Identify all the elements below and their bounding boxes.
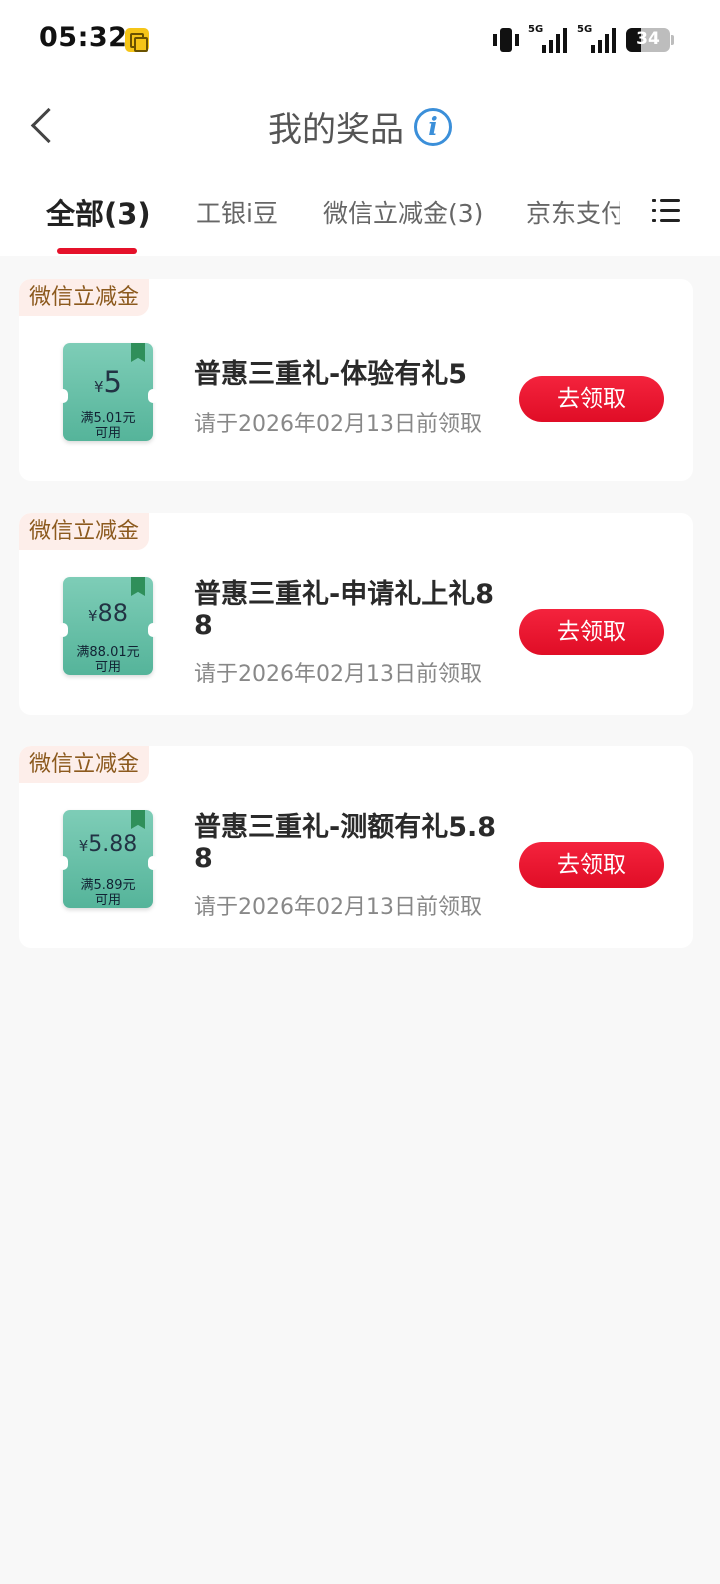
tab-all[interactable]: 全部(3)	[46, 191, 151, 233]
app-notification-icon	[125, 28, 149, 52]
coupon-condition: 满5.01元 可用	[63, 411, 153, 441]
signal-icon-2: 5G	[577, 24, 617, 53]
prize-card: 微信立减金 ¥88 满88.01元 可用 普惠三重礼-申请礼上礼88 请于202…	[19, 513, 693, 715]
prize-deadline: 请于2026年02月13日前领取	[194, 662, 482, 687]
tab-wechat-discount[interactable]: 微信立减金(3)	[323, 194, 483, 230]
coupon-condition-line-1: 满5.01元	[80, 411, 136, 426]
prize-deadline: 请于2026年02月13日前领取	[194, 412, 482, 437]
status-bar: 05:32 5G 5G 34	[0, 0, 720, 80]
coupon-amount-value: 5.88	[88, 832, 138, 857]
signal-icon-1: 5G	[528, 24, 568, 53]
prize-title: 普惠三重礼-申请礼上礼88	[194, 579, 494, 641]
claim-button[interactable]: 去领取	[519, 376, 664, 422]
prizes-page: 05:32 5G 5G 34 我的奖品 i 全部(3) 工银i豆 微信立减金(3…	[0, 0, 720, 1584]
prize-type-tag: 微信立减金	[19, 746, 150, 783]
page-title: 我的奖品	[268, 110, 404, 150]
coupon-condition-line-2: 可用	[94, 893, 121, 908]
coupon-condition-line-2: 可用	[94, 660, 121, 675]
battery-level: 34	[636, 29, 660, 49]
battery-icon: 34	[626, 28, 670, 52]
vibrate-icon	[493, 27, 519, 53]
coupon-amount: ¥5.88	[78, 832, 138, 857]
tab-jd-pay[interactable]: 京东支付	[526, 194, 620, 230]
prize-title: 普惠三重礼-体验有礼5	[194, 359, 467, 390]
active-tab-indicator	[57, 248, 137, 254]
tab-bar: 全部(3) 工银i豆 微信立减金(3) 京东支付	[0, 172, 720, 256]
tab-clip: 京东支付	[520, 172, 620, 256]
prize-type-tag: 微信立减金	[19, 513, 150, 550]
prize-type-tag: 微信立减金	[19, 279, 150, 316]
prize-card: 微信立减金 ¥5 满5.01元 可用 普惠三重礼-体验有礼5 请于2026年02…	[19, 279, 693, 481]
status-icons: 5G 5G 34	[493, 24, 674, 53]
coupon-amount-value: 88	[97, 599, 129, 627]
battery-tip	[671, 35, 674, 45]
bookmark-icon	[131, 810, 145, 829]
bookmark-icon	[131, 577, 145, 596]
prize-title: 普惠三重礼-测额有礼5.88	[194, 812, 497, 874]
coupon-thumbnail: ¥88 满88.01元 可用	[58, 577, 158, 675]
menu-list-icon[interactable]	[652, 198, 680, 224]
coupon-condition: 满88.01元 可用	[63, 645, 153, 675]
prize-deadline: 请于2026年02月13日前领取	[194, 895, 482, 920]
coupon-thumbnail: ¥5.88 满5.89元 可用	[58, 810, 158, 908]
info-icon[interactable]: i	[414, 107, 452, 146]
claim-button[interactable]: 去领取	[519, 842, 664, 888]
network-label-2: 5G	[577, 24, 593, 35]
coupon-amount-value: 5	[103, 365, 122, 399]
title-wrap: 我的奖品 i	[0, 102, 720, 151]
coupon-thumbnail: ¥5 满5.01元 可用	[58, 343, 158, 441]
coupon-amount: ¥88	[87, 599, 129, 627]
bookmark-icon	[131, 343, 145, 362]
header: 我的奖品 i	[0, 80, 720, 172]
tab-icbc-beans[interactable]: 工银i豆	[196, 194, 278, 230]
claim-button[interactable]: 去领取	[519, 609, 664, 655]
network-label-1: 5G	[528, 24, 544, 35]
status-time: 05:32	[39, 22, 128, 53]
coupon-condition-line-1: 满5.89元	[80, 878, 136, 893]
coupon-amount: ¥5	[94, 365, 122, 399]
prize-card: 微信立减金 ¥5.88 满5.89元 可用 普惠三重礼-测额有礼5.88 请于2…	[19, 746, 693, 948]
coupon-condition-line-2: 可用	[94, 426, 121, 441]
coupon-condition: 满5.89元 可用	[63, 878, 153, 908]
coupon-condition-line-1: 满88.01元	[76, 645, 140, 660]
